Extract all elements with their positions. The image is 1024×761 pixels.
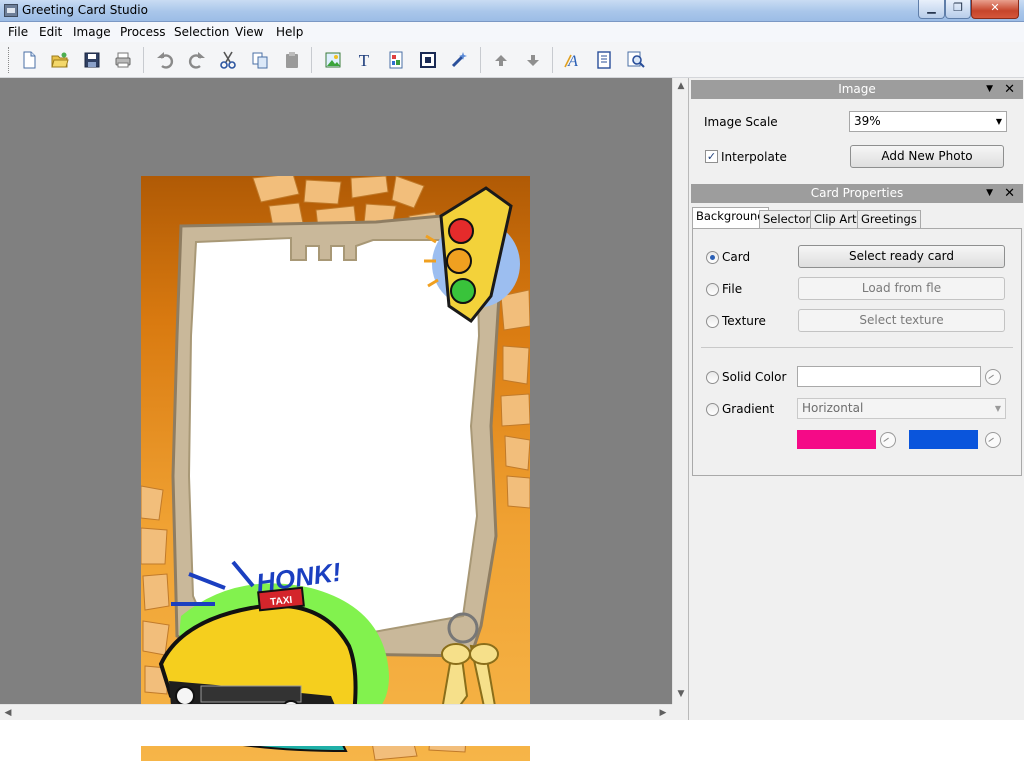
gradient-label: Gradient <box>722 402 775 416</box>
interpolate-label: Interpolate <box>721 150 787 164</box>
options-divider <box>701 347 1013 348</box>
text-effects-icon[interactable]: A <box>563 51 581 69</box>
gradient-direction-select[interactable]: Horizontal ▼ <box>797 398 1006 419</box>
scroll-up-icon[interactable]: ▲ <box>673 78 689 94</box>
color-picker-icon[interactable] <box>880 432 896 448</box>
solid-color-swatch[interactable] <box>797 366 981 387</box>
send-backward-icon[interactable] <box>524 51 542 69</box>
insert-image-icon[interactable] <box>324 51 342 69</box>
redo-icon[interactable] <box>188 51 206 69</box>
card-panel-header: Card Properties ▼ ✕ <box>691 184 1023 203</box>
insert-clipart-icon[interactable] <box>387 51 405 69</box>
insert-text-icon[interactable]: T <box>355 51 373 69</box>
restore-icon: ❐ <box>953 1 963 14</box>
minimize-button[interactable]: ▁ <box>918 0 945 19</box>
close-button[interactable]: ✕ <box>971 0 1019 19</box>
gradient-direction-value: Horizontal <box>802 401 864 415</box>
title-bar: Greeting Card Studio ▁ ❐ ✕ <box>0 0 1024 22</box>
gradient-start-color-swatch[interactable] <box>797 430 876 449</box>
card-radio[interactable] <box>706 251 719 264</box>
solid-color-radio[interactable] <box>706 371 719 384</box>
card-option-label: Card <box>722 250 751 264</box>
vertical-scrollbar[interactable]: ▲ ▼ <box>672 78 688 704</box>
texture-option-label: Texture <box>722 314 766 328</box>
texture-radio[interactable] <box>706 315 719 328</box>
scroll-right-icon[interactable]: ▶ <box>655 705 671 721</box>
panel-dropdown-icon[interactable]: ▼ <box>986 184 993 203</box>
paste-icon[interactable] <box>283 51 301 69</box>
image-panel-header: Image ▼ ✕ <box>691 80 1023 99</box>
tab-background[interactable]: Background <box>692 207 769 229</box>
card-artwork: HONK! TAXI <box>141 176 530 761</box>
card-preview-icon[interactable] <box>595 51 613 69</box>
select-ready-card-button[interactable]: Select ready card <box>798 245 1005 268</box>
undo-icon[interactable] <box>156 51 174 69</box>
add-new-photo-button[interactable]: Add New Photo <box>850 145 1004 168</box>
interpolate-checkbox[interactable]: ✓ <box>705 150 718 163</box>
bring-forward-icon[interactable] <box>492 51 510 69</box>
menu-help[interactable]: Help <box>276 25 303 39</box>
taxi-sign-text: TAXI <box>270 595 293 608</box>
toolbar-grip[interactable] <box>8 47 11 73</box>
menu-selection[interactable]: Selection <box>174 25 229 39</box>
toolbar-separator <box>480 47 481 73</box>
app-icon <box>4 4 18 17</box>
copy-icon[interactable] <box>251 51 269 69</box>
toolbar-separator <box>552 47 553 73</box>
chevron-down-icon: ▼ <box>995 117 1002 126</box>
menu-view[interactable]: View <box>235 25 263 39</box>
menu-file[interactable]: File <box>8 25 28 39</box>
svg-text:T: T <box>359 51 370 69</box>
new-document-icon[interactable] <box>20 51 38 69</box>
select-texture-button[interactable]: Select texture <box>798 309 1005 332</box>
print-icon[interactable] <box>114 51 132 69</box>
chevron-down-icon: ▼ <box>994 404 1001 413</box>
close-icon: ✕ <box>990 1 1000 14</box>
horizontal-scrollbar[interactable]: ◀ ▶ <box>0 704 672 720</box>
color-picker-icon[interactable] <box>985 432 1001 448</box>
cut-icon[interactable] <box>219 51 237 69</box>
gradient-radio[interactable] <box>706 403 719 416</box>
panel-close-icon[interactable]: ✕ <box>1004 184 1015 203</box>
image-scale-label: Image Scale <box>704 115 778 129</box>
menu-process[interactable]: Process <box>120 25 166 39</box>
scroll-left-icon[interactable]: ◀ <box>0 705 16 721</box>
toolbar-separator <box>311 47 312 73</box>
image-scale-select[interactable]: 39% ▼ <box>849 111 1007 132</box>
scrollbar-corner <box>672 704 688 720</box>
panel-dropdown-icon[interactable]: ▼ <box>986 80 993 99</box>
toolbar-separator <box>143 47 144 73</box>
load-from-file-button[interactable]: Load from fle <box>798 277 1005 300</box>
open-folder-icon[interactable] <box>51 51 69 69</box>
menu-bar: File Edit Image Process Selection View H… <box>0 22 1024 42</box>
file-radio[interactable] <box>706 283 719 296</box>
menu-edit[interactable]: Edit <box>39 25 62 39</box>
greeting-card-canvas[interactable]: HONK! TAXI <box>141 176 530 761</box>
canvas-area[interactable]: HONK! TAXI <box>0 78 672 761</box>
save-icon[interactable] <box>83 51 101 69</box>
tab-selector[interactable]: Selector <box>759 210 815 228</box>
image-scale-value: 39% <box>854 114 881 128</box>
file-option-label: File <box>722 282 743 296</box>
menu-image[interactable]: Image <box>73 25 111 39</box>
tab-greetings[interactable]: Greetings <box>857 210 921 228</box>
status-strip <box>0 720 1024 746</box>
insert-frame-icon[interactable] <box>419 51 437 69</box>
image-panel-title: Image <box>838 82 876 96</box>
color-picker-icon[interactable] <box>985 369 1001 385</box>
panel-close-icon[interactable]: ✕ <box>1004 80 1015 99</box>
tab-clip-art[interactable]: Clip Art <box>810 210 861 228</box>
toolbar: T A <box>0 42 1024 78</box>
zoom-icon[interactable] <box>627 51 645 69</box>
card-panel-title: Card Properties <box>810 186 904 200</box>
magic-wand-icon[interactable] <box>450 51 468 69</box>
solid-color-label: Solid Color <box>722 370 787 384</box>
minimize-icon: ▁ <box>927 1 936 14</box>
gradient-end-color-swatch[interactable] <box>909 430 978 449</box>
scroll-down-icon[interactable]: ▼ <box>673 686 689 702</box>
maximize-button[interactable]: ❐ <box>945 0 971 19</box>
window-title: Greeting Card Studio <box>22 3 148 17</box>
